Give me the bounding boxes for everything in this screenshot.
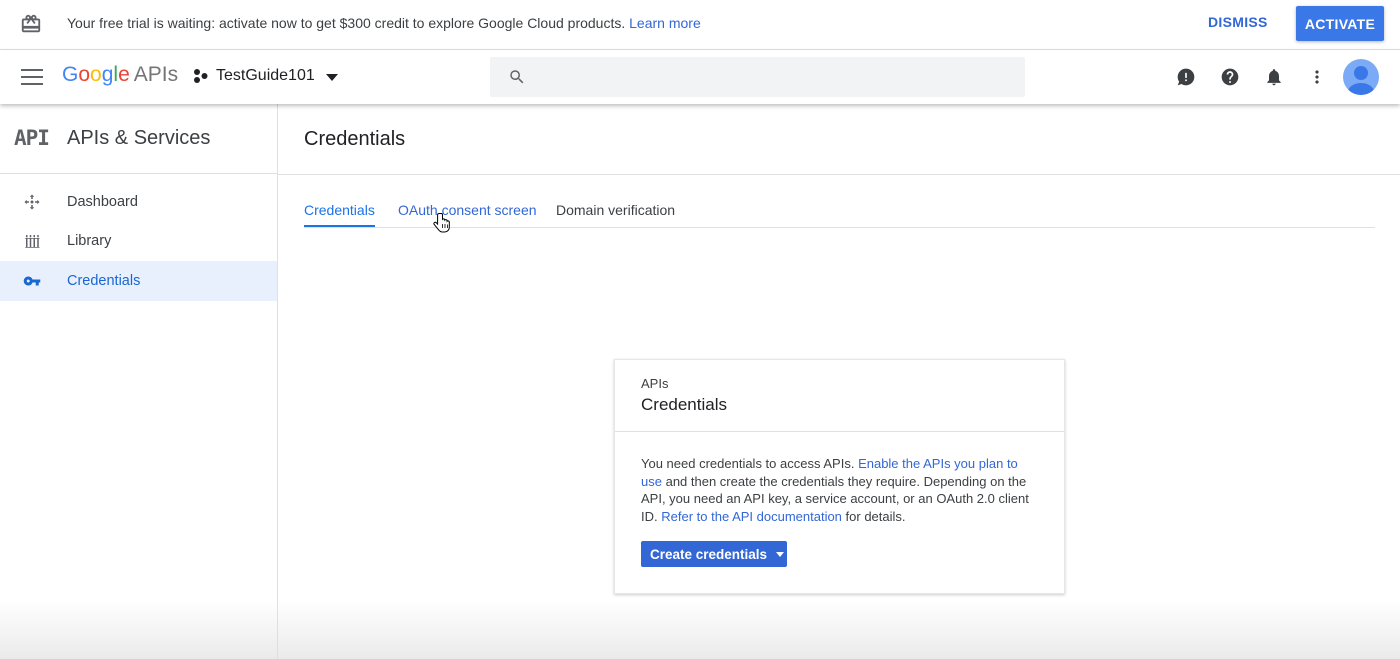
card-header: APIs Credentials [615, 360, 1064, 432]
feedback-icon[interactable] [1176, 67, 1196, 87]
card-eyebrow: APIs [641, 376, 669, 391]
tab-oauth-consent-screen[interactable]: OAuth consent screen [398, 202, 537, 218]
dropdown-arrow-icon [776, 551, 785, 557]
trial-banner: Your free trial is waiting: activate now… [0, 0, 1400, 50]
dismiss-button[interactable]: DISMISS [1208, 14, 1268, 30]
api-logo-icon: API [14, 126, 50, 150]
sidebar-item-label: Library [67, 233, 112, 250]
google-apis-logo[interactable]: Google APIs [62, 63, 178, 87]
sidebar-item-dashboard[interactable]: Dashboard [0, 182, 277, 222]
side-nav-header: API APIs & Services [0, 104, 277, 174]
tab-domain-verification[interactable]: Domain verification [556, 202, 675, 218]
dashboard-icon [24, 194, 40, 210]
api-documentation-link[interactable]: Refer to the API documentation [661, 509, 842, 524]
help-icon[interactable] [1220, 67, 1240, 87]
account-avatar[interactable] [1343, 59, 1379, 95]
learn-more-link[interactable]: Learn more [629, 15, 701, 31]
project-icon [194, 69, 208, 83]
sidebar-item-label: Dashboard [67, 193, 138, 210]
card-title: Credentials [641, 395, 727, 414]
card-text: for details. [845, 508, 906, 524]
trial-message: Your free trial is waiting: activate now… [67, 15, 701, 31]
trial-message-text: Your free trial is waiting: activate now… [67, 15, 626, 31]
gift-icon [21, 14, 41, 33]
nav-list: Dashboard Library Credentials [0, 174, 277, 301]
card-text: You need credentials to access APIs. [641, 456, 855, 471]
side-nav-title: APIs & Services [67, 127, 211, 149]
project-selector[interactable]: TestGuide101 [193, 67, 338, 85]
library-icon [25, 235, 40, 248]
search-input[interactable] [540, 65, 1010, 89]
tab-bar: Credentials OAuth consent screen Domain … [304, 196, 1375, 228]
hamburger-menu-icon[interactable] [21, 69, 43, 85]
create-credentials-button[interactable]: Create credentials [641, 541, 787, 567]
caret-down-icon [325, 74, 338, 81]
search-icon [510, 70, 524, 84]
notifications-icon[interactable] [1264, 67, 1284, 87]
tab-credentials[interactable]: Credentials [304, 202, 375, 227]
main-header: Credentials [278, 104, 1400, 175]
key-icon [23, 276, 41, 286]
sidebar-item-label: Credentials [67, 272, 141, 289]
more-vert-icon[interactable] [1307, 67, 1327, 87]
app-bar: Google APIs TestGuide101 [0, 50, 1400, 104]
sidebar-item-library[interactable]: Library [0, 222, 277, 262]
activate-button[interactable]: ACTIVATE [1296, 6, 1384, 41]
project-name: TestGuide101 [216, 67, 315, 84]
search-bar[interactable] [490, 57, 1025, 97]
create-credentials-label: Create credentials [650, 546, 768, 562]
sidebar-item-credentials[interactable]: Credentials [0, 261, 277, 301]
card-body: You need credentials to access APIs. Ena… [641, 455, 1041, 525]
side-nav: API APIs & Services Dashboard Library Cr… [0, 104, 278, 659]
avatar-person-icon [1348, 66, 1374, 95]
credentials-card: APIs Credentials You need credentials to… [614, 359, 1065, 594]
hand-pointer-icon [433, 213, 450, 233]
page-title: Credentials [304, 128, 406, 150]
